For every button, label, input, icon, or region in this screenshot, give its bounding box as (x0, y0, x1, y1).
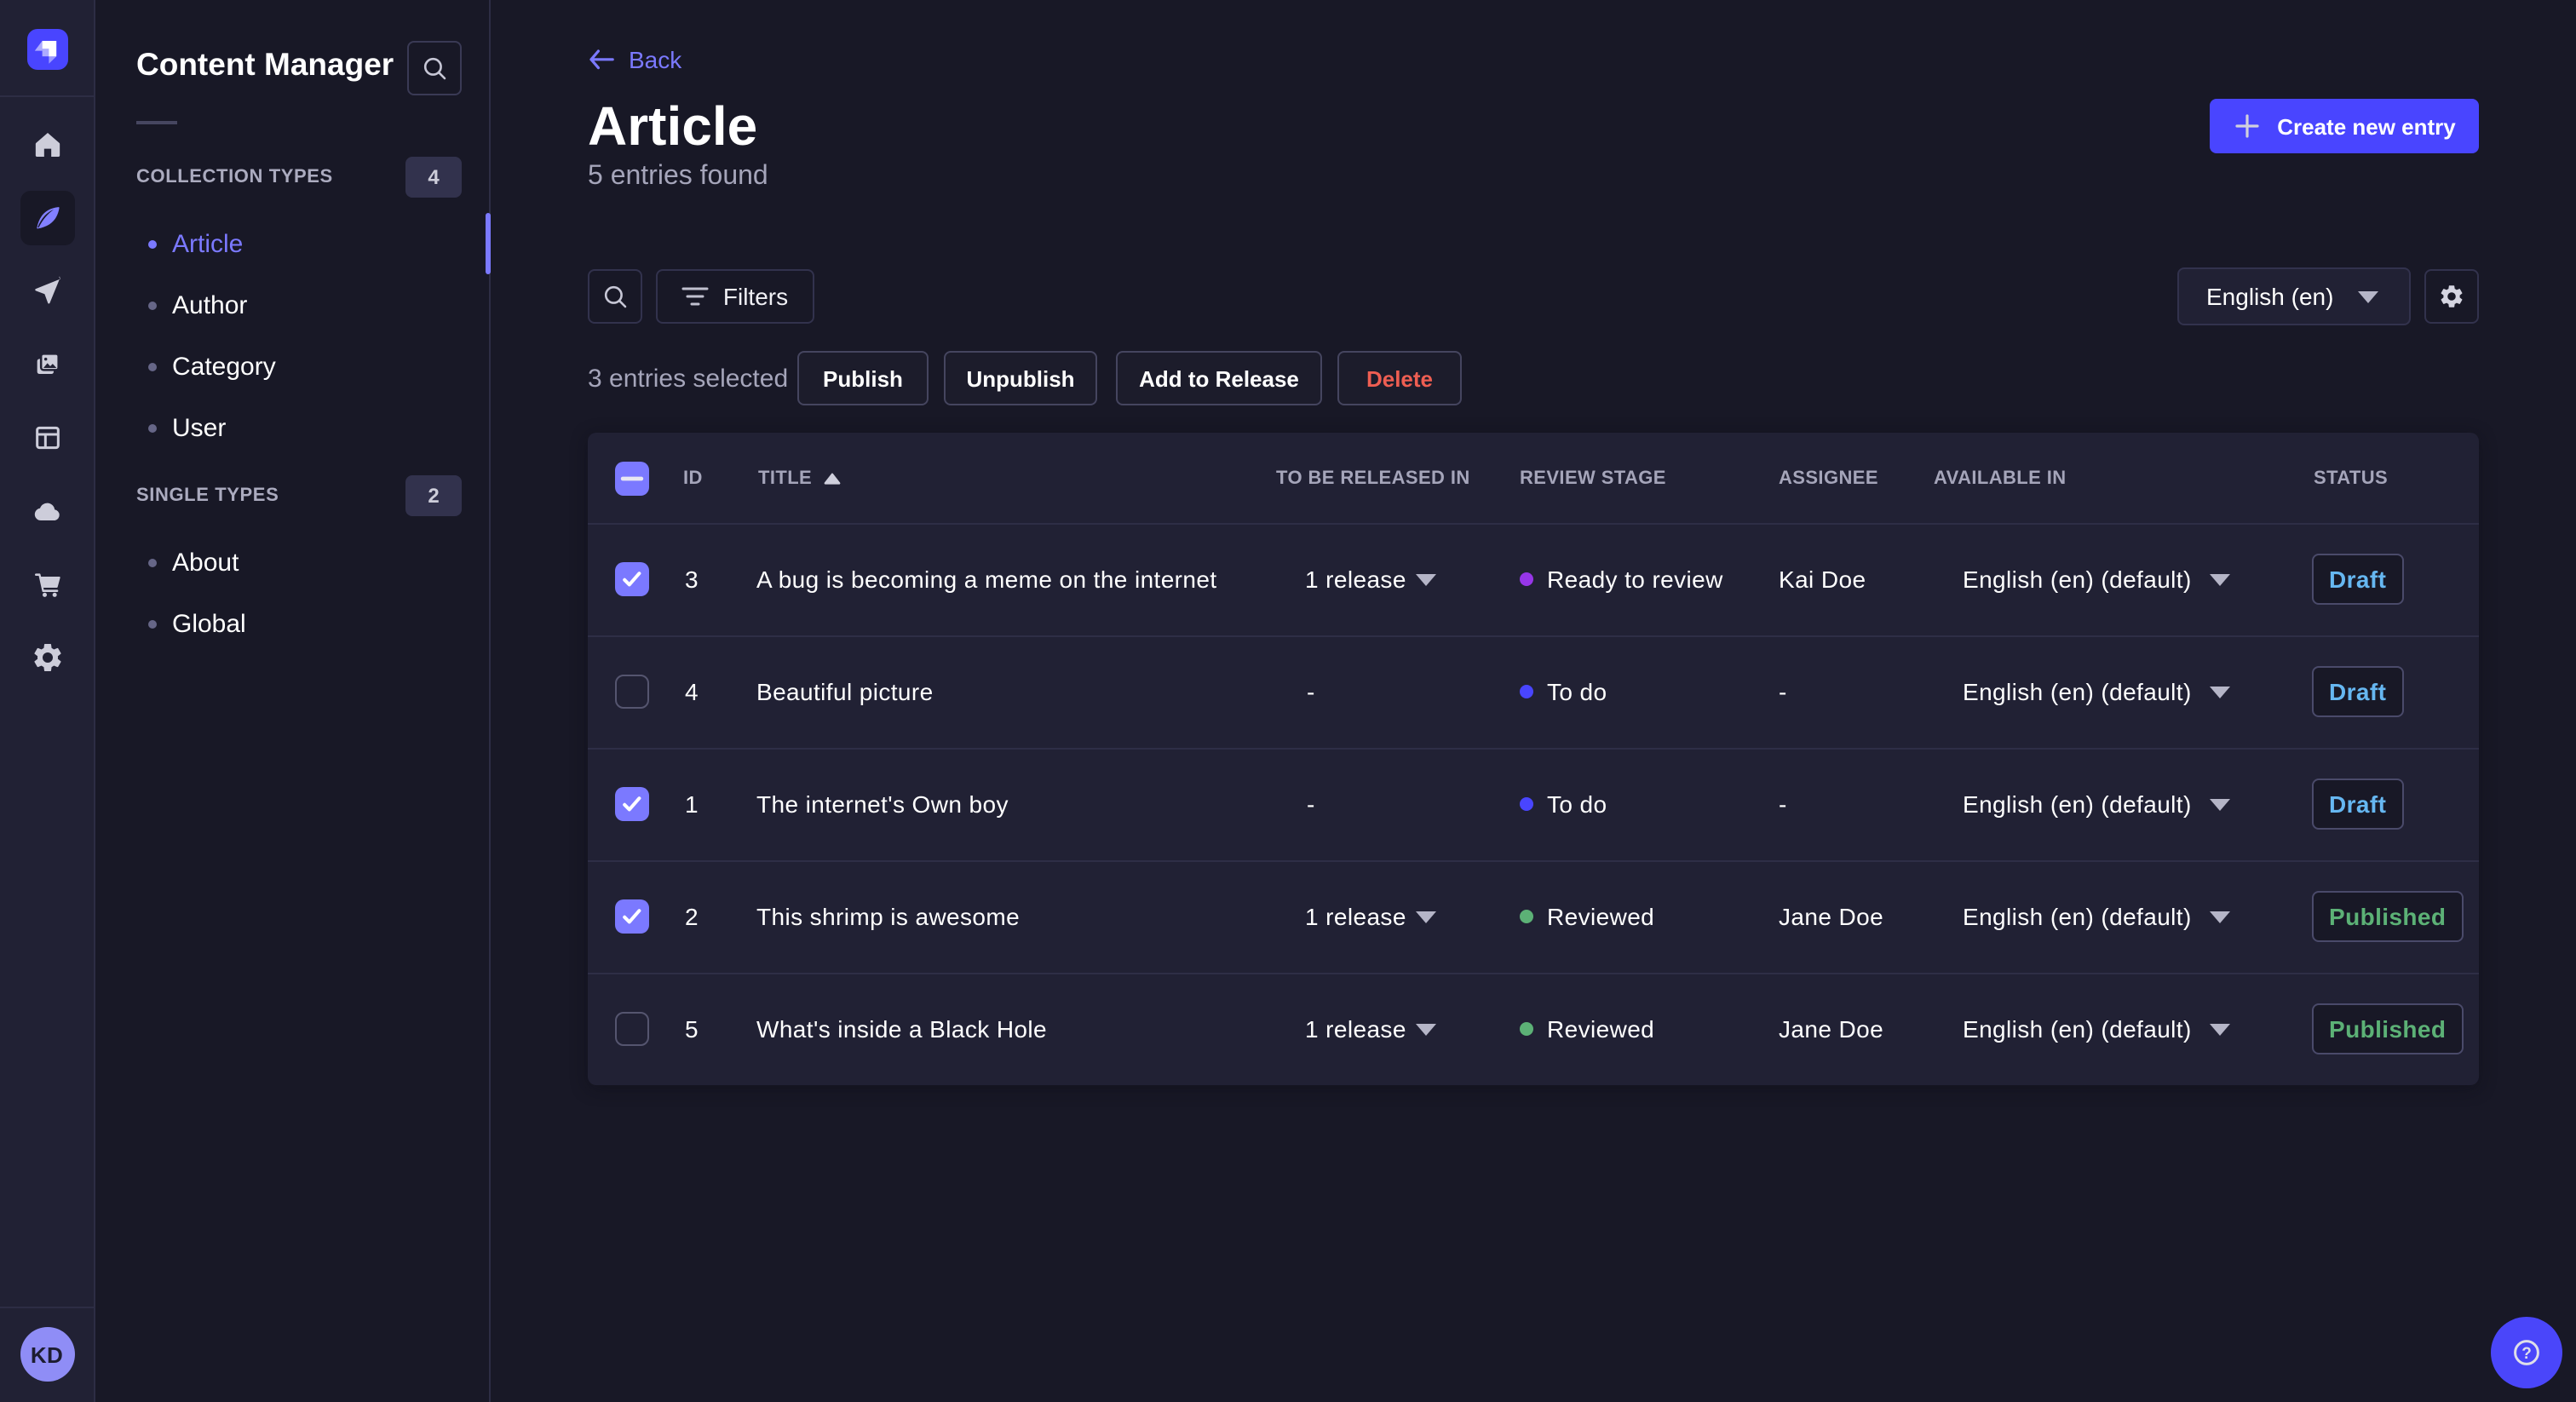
svg-text:?: ? (2521, 1345, 2532, 1363)
